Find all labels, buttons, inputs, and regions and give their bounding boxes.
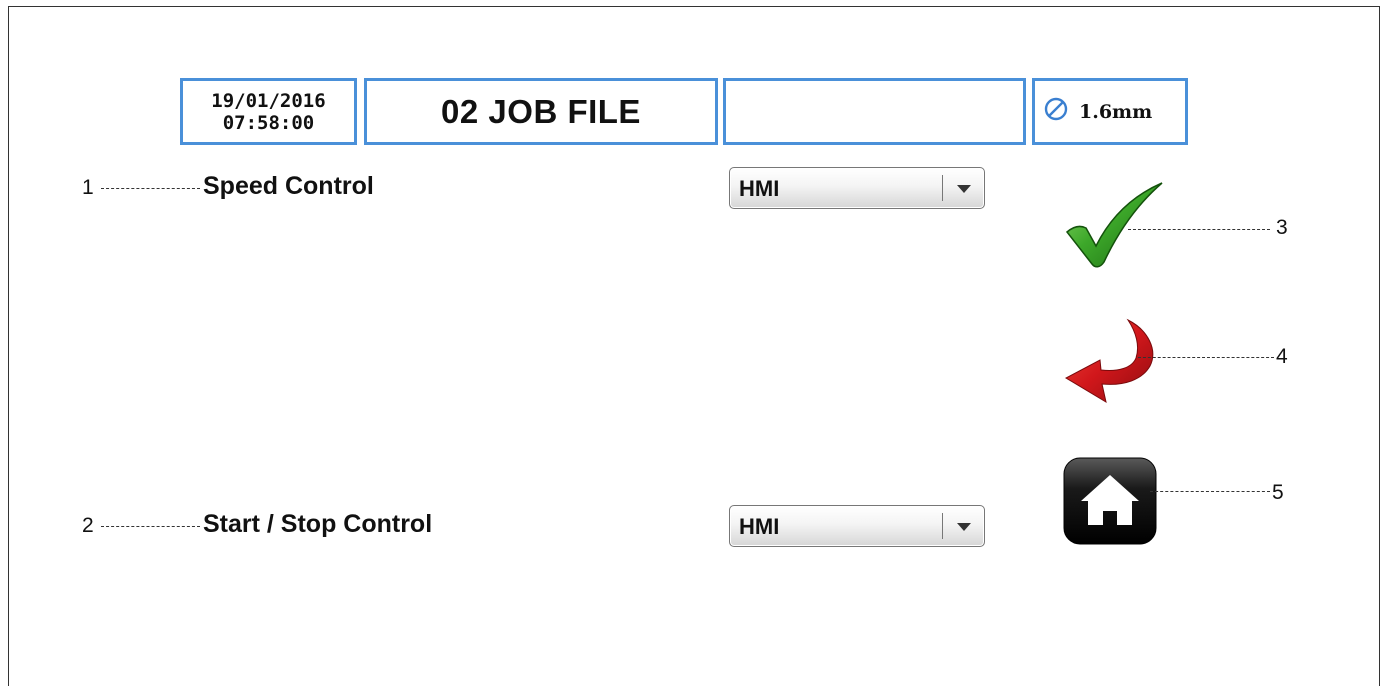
chevron-down-icon — [953, 515, 975, 542]
back-button[interactable] — [1064, 318, 1156, 404]
wire-diameter-display: 1.6mm — [1032, 78, 1188, 145]
dropdown-separator — [942, 175, 943, 201]
speed-control-label: Speed Control — [203, 172, 374, 200]
callout-3-leader — [1128, 229, 1270, 230]
start-stop-control-value: HMI — [739, 514, 780, 539]
dropdown-separator — [942, 513, 943, 539]
checkmark-icon — [1065, 182, 1163, 268]
callout-3: 3 — [1276, 216, 1288, 239]
wire-diameter-value: 1.6mm — [1079, 100, 1153, 123]
callout-4: 4 — [1276, 345, 1288, 368]
callout-1: 1 — [82, 176, 94, 199]
home-icon — [1063, 457, 1157, 545]
time-text: 07:58:00 — [222, 111, 315, 134]
page-title-box: 02 JOB FILE — [364, 78, 718, 145]
date-text: 19/01/2016 — [211, 89, 326, 112]
callout-5: 5 — [1272, 481, 1284, 504]
callout-5-leader — [1150, 491, 1270, 492]
start-stop-control-label: Start / Stop Control — [203, 510, 433, 538]
callout-2-leader — [101, 526, 200, 527]
home-button[interactable] — [1063, 457, 1157, 545]
back-arrow-icon — [1064, 318, 1154, 404]
chevron-down-icon — [953, 177, 975, 204]
datetime-display: 19/01/2016 07:58:00 — [180, 78, 357, 145]
speed-control-value: HMI — [739, 176, 780, 201]
speed-control-dropdown[interactable]: HMI — [729, 167, 985, 209]
callout-1-leader — [101, 188, 200, 189]
callout-2: 2 — [82, 514, 94, 537]
page-title: 02 JOB FILE — [441, 92, 641, 130]
confirm-button[interactable] — [1062, 180, 1166, 270]
status-field — [723, 78, 1026, 145]
callout-4-leader — [1138, 357, 1274, 358]
start-stop-control-dropdown[interactable]: HMI — [729, 505, 985, 547]
diameter-icon — [1043, 96, 1069, 127]
